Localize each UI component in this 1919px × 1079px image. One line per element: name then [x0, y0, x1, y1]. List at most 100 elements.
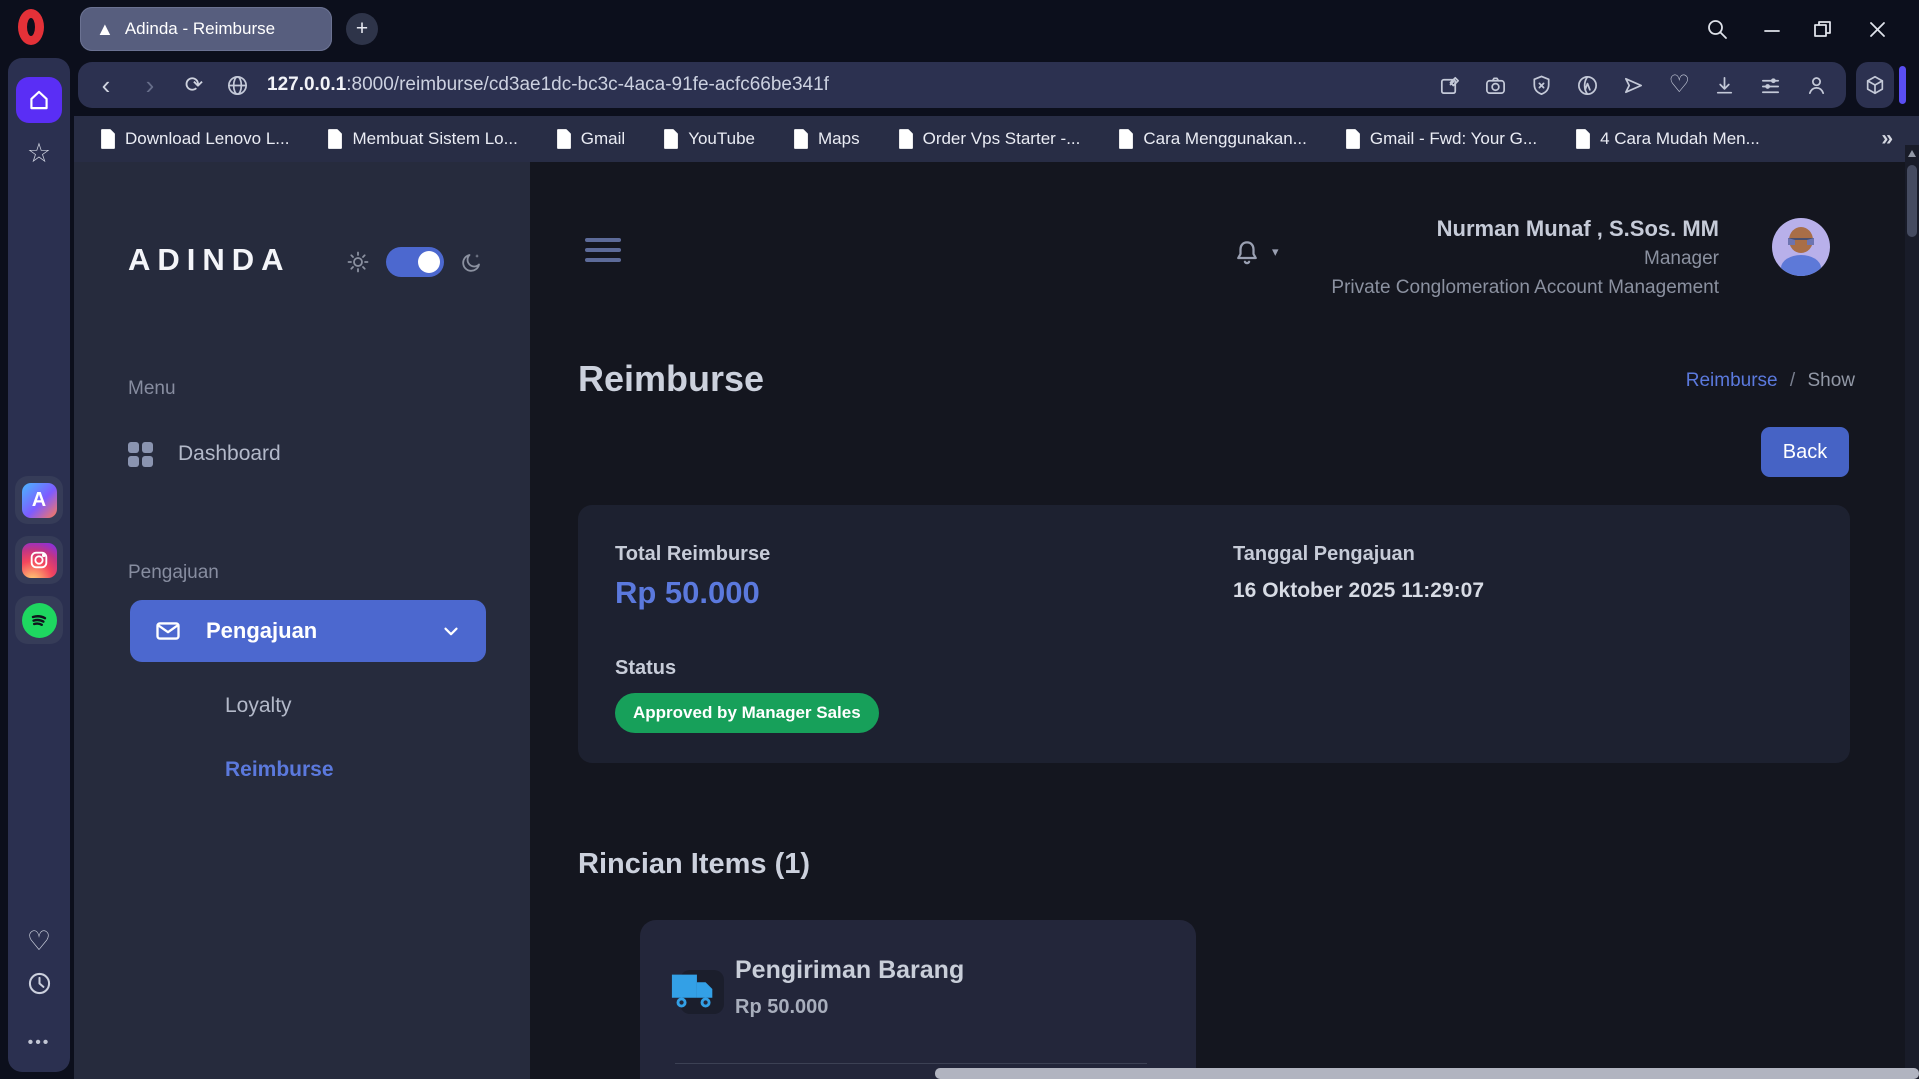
bookmark-label: Membuat Sistem Lo... [352, 129, 517, 149]
dark-mode-moon-icon[interactable] [460, 250, 484, 279]
bookmark-label: Cara Menggunakan... [1143, 129, 1307, 149]
theme-toggle-switch[interactable] [386, 247, 444, 277]
delivery-truck-icon [670, 968, 720, 1012]
profile-icon[interactable] [1805, 74, 1828, 97]
bookmark-item[interactable]: Cara Menggunakan... [1118, 129, 1307, 149]
send-to-flow-icon[interactable] [1622, 74, 1645, 97]
bookmark-item[interactable]: 4 Cara Mudah Men... [1575, 129, 1760, 149]
favorite-heart-icon[interactable]: ♡ [1668, 73, 1690, 97]
bookmarks-star-icon[interactable]: ☆ [8, 138, 70, 169]
aria-app-icon[interactable]: A [15, 476, 63, 524]
tab-search-icon[interactable] [1700, 12, 1734, 46]
bookmark-label: YouTube [688, 129, 755, 149]
sidebar-more-ellipsis[interactable]: ••• [8, 1034, 70, 1052]
vertical-scrollbar[interactable] [1905, 145, 1919, 1079]
sidebar-collapse-hamburger-icon[interactable] [585, 238, 621, 262]
browser-window: ▲ Adinda - Reimburse + ‹ › ⟳ 127.0.0.1:8… [0, 0, 1919, 1079]
restore-window-button[interactable] [1805, 12, 1839, 46]
bookmark-item[interactable]: Order Vps Starter -... [898, 129, 1081, 149]
sidebar-item-dashboard[interactable]: Dashboard [128, 442, 281, 466]
adinda-logo[interactable]: ADINDA [128, 242, 291, 278]
total-reimburse-value: Rp 50.000 [615, 575, 760, 611]
history-clock-icon[interactable] [8, 970, 70, 997]
url-path: :8000/reimburse/cd3ae1dc-bc3c-4aca-91fe-… [346, 74, 829, 95]
browser-topbar: ▲ Adinda - Reimburse + [0, 0, 1919, 58]
user-organization: Private Conglomeration Account Managemen… [1331, 277, 1719, 299]
horizontal-scrollbar-thumb[interactable] [935, 1068, 1919, 1079]
back-button[interactable]: Back [1761, 427, 1849, 477]
scroll-up-arrow-icon[interactable] [1908, 150, 1916, 157]
light-mode-sun-icon[interactable] [346, 250, 370, 279]
user-name: Nurman Munaf , S.Sos. MM [1331, 216, 1719, 242]
toggle-knob [418, 251, 440, 273]
pengajuan-section-label: Pengajuan [128, 562, 219, 584]
pin-to-pinboard-icon[interactable] [1438, 74, 1461, 97]
sidebar-item-reimburse[interactable]: Reimburse [225, 758, 334, 782]
breadcrumb-current: Show [1807, 370, 1855, 391]
bookmark-item[interactable]: Membuat Sistem Lo... [327, 129, 517, 149]
bookmark-label: Maps [818, 129, 860, 149]
page-title: Reimburse [578, 358, 764, 400]
url-text[interactable]: 127.0.0.1:8000/reimburse/cd3ae1dc-bc3c-4… [267, 74, 829, 96]
bookmark-item[interactable]: Gmail [556, 129, 625, 149]
bookmark-label: Gmail - Fwd: Your G... [1370, 129, 1537, 149]
url-host: 127.0.0.1 [267, 74, 346, 95]
bookmarks-overflow-chevron[interactable]: » [1881, 127, 1893, 151]
dashboard-grid-icon [128, 442, 152, 466]
tanggal-pengajuan-label: Tanggal Pengajuan [1233, 543, 1415, 566]
opera-logo-icon[interactable] [18, 9, 44, 45]
bookmark-item[interactable]: Maps [793, 129, 860, 149]
translate-icon[interactable] [1576, 74, 1599, 97]
bookmark-item[interactable]: Gmail - Fwd: Your G... [1345, 129, 1537, 149]
snapshot-camera-icon[interactable] [1484, 74, 1507, 97]
download-icon[interactable] [1713, 74, 1736, 97]
browser-tab[interactable]: ▲ Adinda - Reimburse [80, 7, 332, 51]
avatar-glasses [1788, 238, 1814, 245]
tab-title: Adinda - Reimburse [125, 19, 275, 39]
breadcrumb-reimburse-link[interactable]: Reimburse [1686, 370, 1778, 391]
notifications-caret-icon[interactable]: ▾ [1272, 244, 1279, 260]
sidebar-item-pengajuan[interactable]: Pengajuan [130, 600, 486, 662]
sidebar-item-loyalty[interactable]: Loyalty [225, 694, 292, 718]
instagram-app-icon[interactable] [15, 536, 63, 584]
back-icon[interactable]: ‹ [84, 72, 128, 98]
status-label: Status [615, 657, 676, 680]
minimize-button[interactable] [1755, 12, 1789, 46]
tanggal-pengajuan-value: 16 Oktober 2025 11:29:07 [1233, 579, 1484, 603]
adblock-shield-icon[interactable] [1530, 74, 1553, 97]
forward-icon[interactable]: › [128, 72, 172, 98]
bookmark-item[interactable]: Download Lenovo L... [100, 129, 289, 149]
notifications-bell-icon[interactable] [1232, 238, 1262, 273]
spotify-app-icon[interactable] [15, 596, 63, 644]
avatar-body [1781, 255, 1821, 276]
user-role: Manager [1331, 248, 1719, 270]
extensions-cube-button[interactable] [1856, 62, 1894, 108]
new-tab-button[interactable]: + [346, 13, 378, 45]
status-badge: Approved by Manager Sales [615, 693, 879, 733]
chevron-down-icon [440, 620, 462, 642]
reload-icon[interactable]: ⟳ [172, 74, 216, 96]
user-info[interactable]: Nurman Munaf , S.Sos. MM Manager Private… [1331, 216, 1719, 299]
item-card: Pengiriman Barang Rp 50.000 [640, 920, 1196, 1079]
sidebar-panel-indicator[interactable] [1899, 66, 1906, 104]
user-avatar[interactable] [1772, 218, 1830, 276]
site-globe-icon[interactable] [226, 74, 249, 97]
speed-dial-home-button[interactable] [16, 77, 62, 123]
bookmarks-bar: Download Lenovo L... Membuat Sistem Lo..… [74, 116, 1919, 162]
close-window-button[interactable] [1860, 12, 1894, 46]
bookmark-label: Order Vps Starter -... [923, 129, 1081, 149]
likes-heart-icon[interactable]: ♡ [8, 926, 70, 957]
aria-logo-icon: A [22, 483, 57, 518]
reading-tools-icon[interactable] [1759, 74, 1782, 97]
breadcrumb-separator: / [1790, 370, 1795, 391]
address-bar[interactable]: ‹ › ⟳ 127.0.0.1:8000/reimburse/cd3ae1dc-… [78, 62, 1846, 108]
rincian-items-heading: Rincian Items (1) [578, 848, 810, 881]
bookmark-item[interactable]: YouTube [663, 129, 755, 149]
opera-sidebar: ☆ A ♡ ••• [8, 58, 70, 1072]
menu-section-label: Menu [128, 378, 176, 400]
tab-favicon-triangle-icon: ▲ [96, 20, 114, 38]
vertical-scrollbar-thumb[interactable] [1907, 165, 1917, 237]
dashboard-label: Dashboard [178, 442, 281, 466]
breadcrumb: Reimburse / Show [1686, 370, 1855, 392]
bookmark-label: Download Lenovo L... [125, 129, 289, 149]
